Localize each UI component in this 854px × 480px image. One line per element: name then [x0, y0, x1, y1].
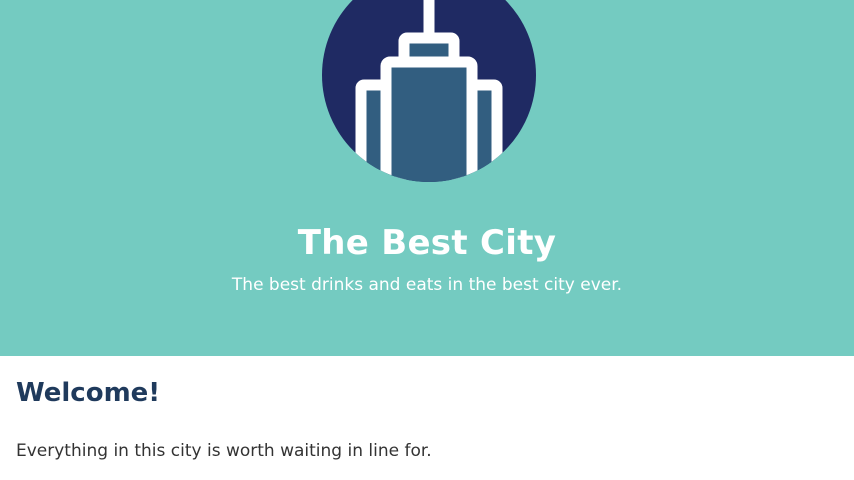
welcome-heading: Welcome!: [16, 378, 161, 408]
city-logo: [322, 0, 536, 182]
site-title: The Best City: [297, 223, 557, 263]
welcome-text: Everything in this city is worth waiting…: [16, 441, 432, 461]
skyscraper-icon: [322, 0, 536, 182]
hero-banner: The Best City The best drinks and eats i…: [0, 0, 854, 356]
site-tagline: The best drinks and eats in the best cit…: [231, 275, 623, 295]
